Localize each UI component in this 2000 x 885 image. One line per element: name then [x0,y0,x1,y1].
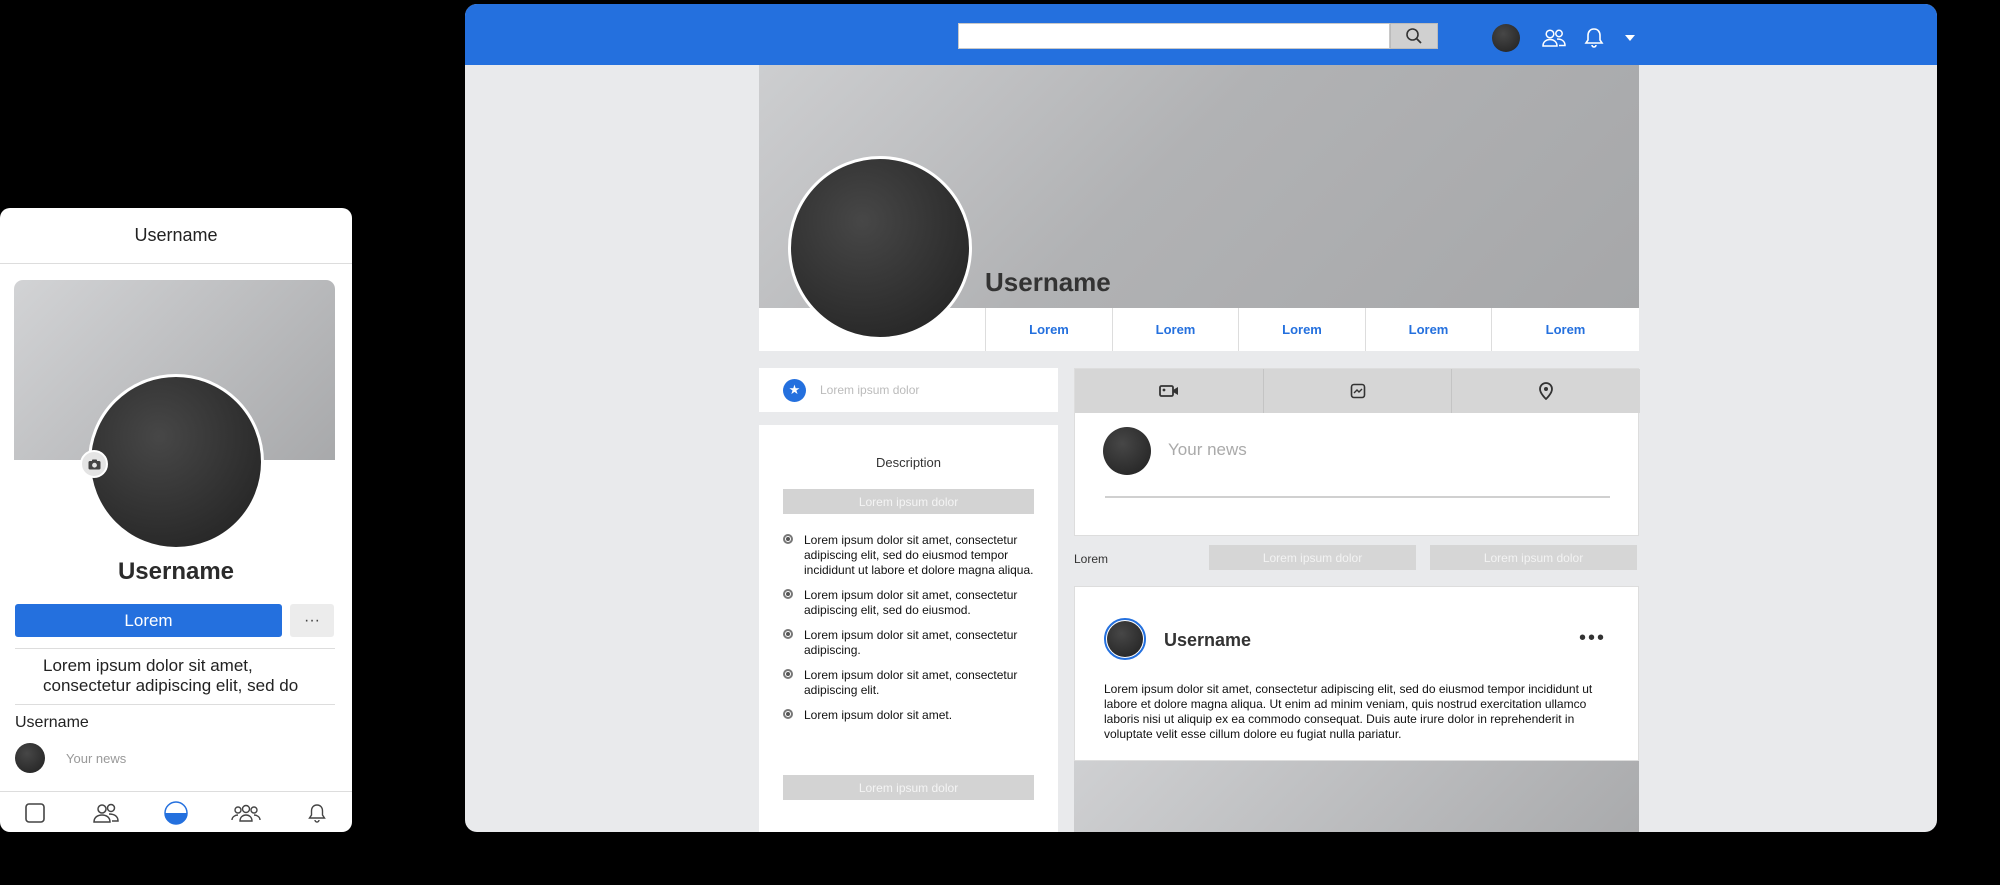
description-bottom-button[interactable]: Lorem ipsum dolor [783,775,1034,800]
post-image[interactable] [1074,761,1639,832]
filter-button[interactable]: Lorem ipsum dolor [1430,545,1637,570]
description-top-button[interactable]: Lorem ipsum dolor [783,489,1034,514]
intro-text: Lorem ipsum dolor [820,383,920,397]
mobile-profile-avatar[interactable] [88,374,264,550]
radio-icon[interactable] [783,534,793,544]
filter-button[interactable]: Lorem ipsum dolor [1209,545,1416,570]
video-icon[interactable] [1075,369,1263,413]
list-item-text: Lorem ipsum dolor sit amet, consectetur … [804,588,1018,617]
profile-tab[interactable]: Lorem [1491,308,1639,351]
list-item: Lorem ipsum dolor sit amet, consectetur … [783,628,1038,658]
star-icon: ★ [783,378,806,402]
description-title: Description [875,455,942,470]
filter-label: Lorem [1074,552,1109,566]
friends-icon[interactable] [1541,26,1567,50]
divider [15,648,335,649]
divider [15,704,335,705]
square-icon[interactable] [20,798,50,828]
search-input[interactable] [958,23,1390,49]
description-card: Description Lorem ipsum dolor Lorem ipsu… [759,425,1058,832]
radio-icon[interactable] [783,629,793,639]
composer-tabs [1075,369,1641,413]
mobile-profile-name: Username [117,558,235,585]
mobile-bottom-nav [0,791,352,832]
intro-card[interactable]: ★ Lorem ipsum dolor [759,368,1058,412]
friends-icon[interactable] [91,798,121,828]
news-input[interactable]: Your news [1168,440,1247,460]
profile-tab[interactable]: Lorem [1238,308,1365,351]
post-author-name[interactable]: Username [1164,630,1251,651]
bell-icon[interactable] [1581,26,1607,50]
radio-icon[interactable] [783,709,793,719]
mobile-bio-text: Lorem ipsum dolor sit amet, consectetur … [43,656,299,695]
radio-icon[interactable] [783,669,793,679]
bell-icon[interactable] [302,798,332,828]
post-body: Lorem ipsum dolor sit amet, consectetur … [1104,682,1593,741]
profile-tab[interactable]: Lorem [1365,308,1491,351]
post-menu-icon[interactable]: ••• [1579,627,1606,650]
profile-avatar[interactable] [788,156,972,340]
profile-tab[interactable]: Lorem [985,308,1112,351]
radio-icon[interactable] [783,589,793,599]
profile-name: Username [985,267,1111,297]
list-item-text: Lorem ipsum dolor sit amet, consectetur … [804,628,1018,657]
avatar [15,743,45,773]
mobile-header-title: Username [0,208,352,264]
list-item-text: Lorem ipsum dolor sit amet. [804,708,953,722]
photo-icon[interactable] [1262,369,1452,413]
post-author-avatar[interactable] [1104,618,1146,660]
avatar [1103,427,1151,475]
mobile-primary-button[interactable]: Lorem [15,604,282,637]
list-item: Lorem ipsum dolor sit amet, consectetur … [783,668,1038,698]
mobile-news-input[interactable]: Your news [66,751,126,766]
list-item-text: Lorem ipsum dolor sit amet, consectetur … [804,533,1034,577]
user-avatar[interactable] [1492,24,1520,52]
groups-icon[interactable] [231,798,262,828]
chevron-down-icon[interactable] [1617,26,1643,50]
description-list: Lorem ipsum dolor sit amet, consectetur … [783,533,1038,733]
more-options-button[interactable]: ··· [290,604,334,637]
search-button[interactable] [1390,23,1438,49]
composer-username: Username [15,714,89,731]
feed-post: Username ••• Lorem ipsum dolor sit amet,… [1074,586,1639,761]
list-item: Lorem ipsum dolor sit amet, consectetur … [783,533,1038,578]
search-icon [1406,28,1422,44]
location-icon[interactable] [1451,369,1641,413]
profile-tab[interactable]: Lorem [1112,308,1238,351]
divider [1105,496,1610,498]
list-item-text: Lorem ipsum dolor sit amet, consectetur … [804,668,1018,697]
post-composer: Your news [1074,368,1641,536]
list-item: Lorem ipsum dolor sit amet, consectetur … [783,588,1038,618]
camera-icon[interactable] [80,450,108,478]
desktop-profile-page: Lorem Lorem Lorem Lorem Lorem Username ★… [465,4,1937,832]
list-item: Lorem ipsum dolor sit amet. [783,708,1038,723]
profile-icon[interactable] [161,798,191,828]
mobile-profile-screen: Username Username Lorem ··· Lorem ipsum … [0,208,352,832]
